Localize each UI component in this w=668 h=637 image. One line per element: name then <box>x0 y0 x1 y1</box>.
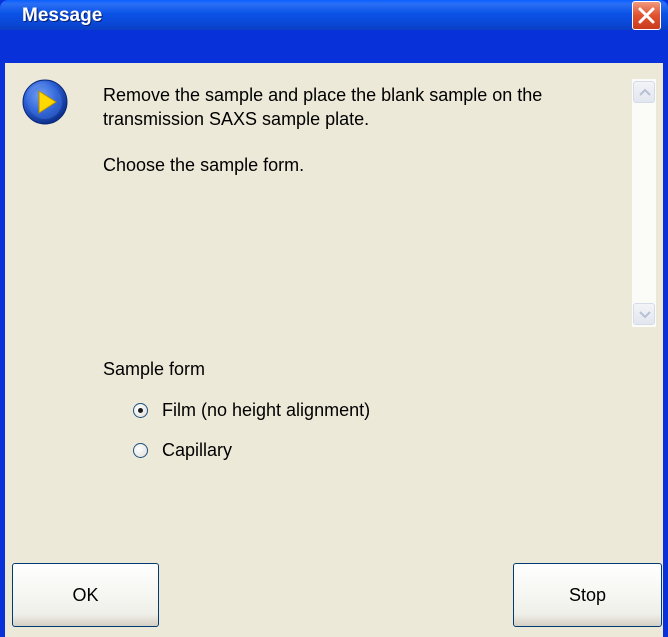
radio-label-capillary: Capillary <box>162 439 233 460</box>
ok-button[interactable]: OK <box>12 563 159 627</box>
radio-film[interactable]: Film (no height alignment) <box>133 398 370 422</box>
radio-button-capillary[interactable] <box>133 442 148 458</box>
message-scrollbar[interactable] <box>632 79 656 327</box>
sample-form-label: Sample form <box>103 359 206 379</box>
scroll-up-button[interactable] <box>633 81 655 103</box>
message-text: Remove the sample and place the blank sa… <box>103 83 623 177</box>
scroll-down-button[interactable] <box>633 303 655 325</box>
stop-button[interactable]: Stop <box>513 563 662 627</box>
close-button[interactable] <box>632 1 661 30</box>
dialog-title: Message <box>22 5 103 26</box>
message-dialog: Message Remove the sample and place the … <box>0 0 668 637</box>
close-icon <box>638 7 655 24</box>
radio-label-film: Film (no height alignment) <box>162 399 371 420</box>
radio-capillary[interactable]: Capillary <box>133 438 232 462</box>
chevron-up-icon <box>639 88 651 96</box>
chevron-down-icon <box>639 311 651 319</box>
dialog-client-area: Remove the sample and place the blank sa… <box>5 63 663 637</box>
message-line-2: Choose the sample form. <box>103 155 305 175</box>
radio-selected-dot <box>138 407 143 413</box>
play-arrow-icon <box>22 79 68 125</box>
radio-button-film[interactable] <box>133 402 148 418</box>
message-line-1: Remove the sample and place the blank sa… <box>103 85 543 129</box>
title-bar[interactable]: Message <box>0 0 668 30</box>
